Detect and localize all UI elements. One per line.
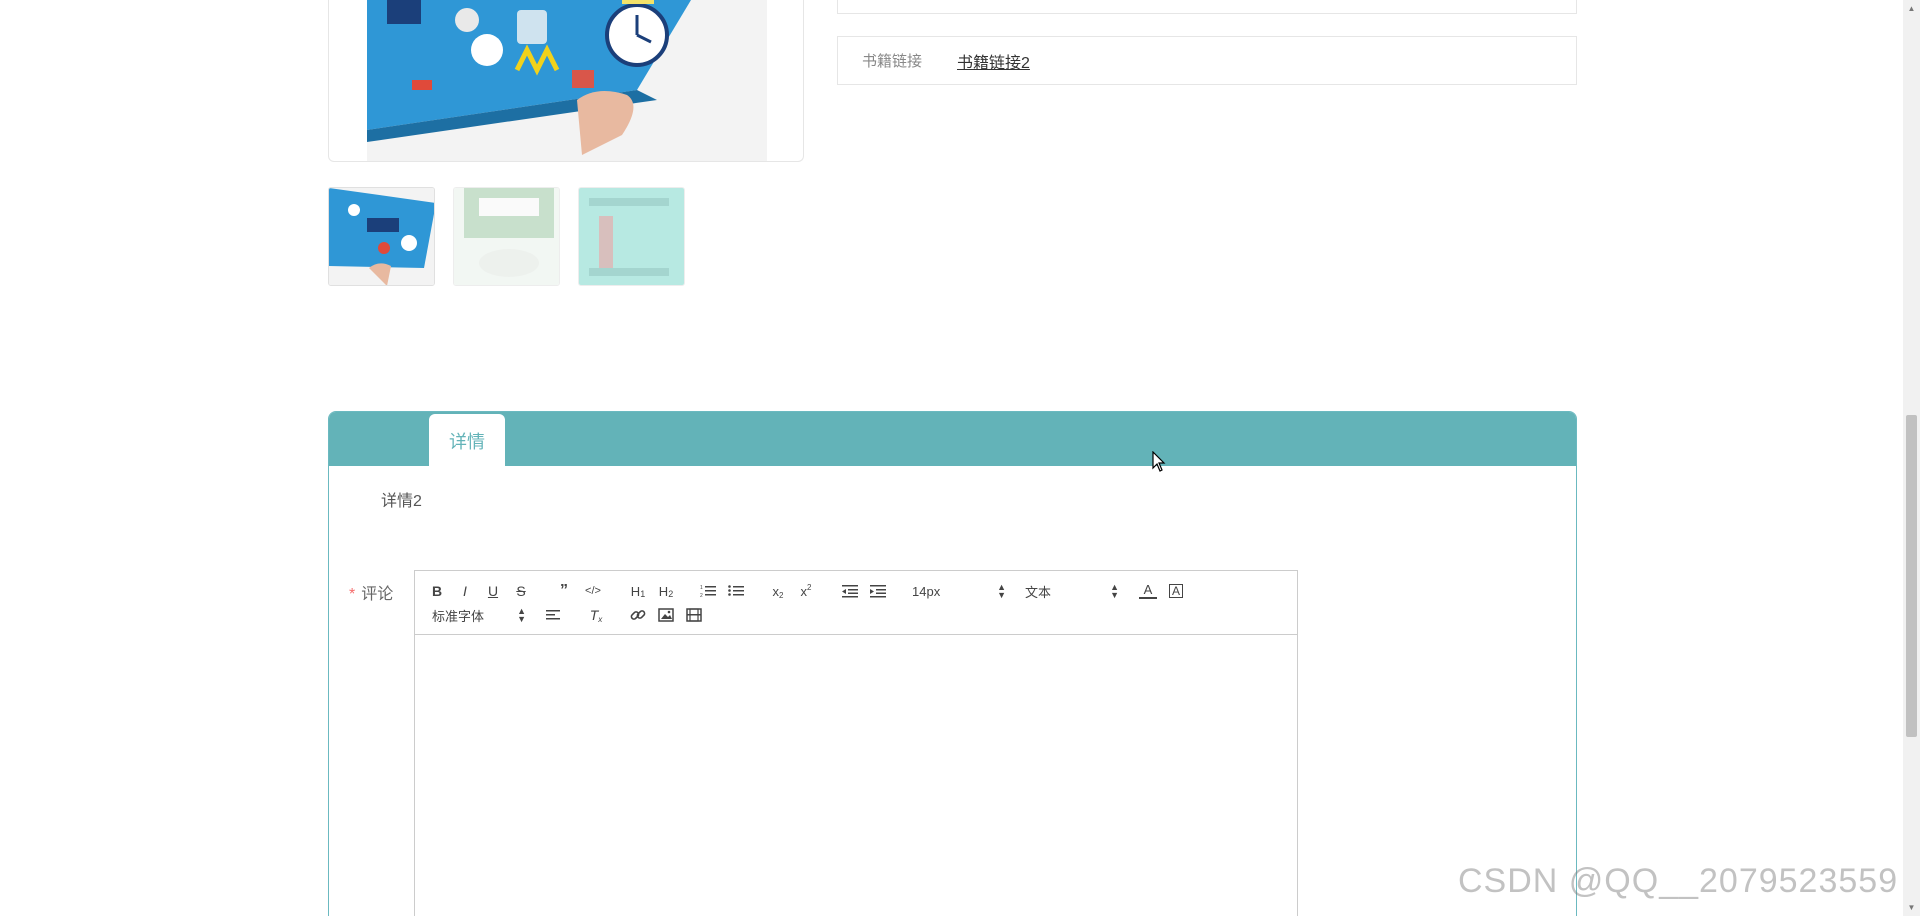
detail-panel: 详情 详情2 * 评论 B I U S ” </> H1 H2 12 x 2 x… <box>328 411 1577 916</box>
font-family-value: 标准字体 <box>432 608 485 624</box>
detail-content: 详情2 <box>381 493 422 510</box>
outdent-icon[interactable] <box>841 581 859 601</box>
thumbnail-3[interactable] <box>578 187 685 286</box>
tab-bar <box>329 412 1576 466</box>
book-link-label: 书籍链接 <box>862 53 923 70</box>
font-family-picker[interactable]: 标准字体 ▲ ▼ <box>432 605 526 625</box>
picker-arrows-icon: ▲ ▼ <box>997 582 1006 600</box>
comment-editor: B I U S ” </> H1 H2 12 x2 x2 14px ▲ ▼ 文本… <box>414 570 1298 916</box>
italic-icon[interactable]: I <box>457 581 473 601</box>
header-1-icon[interactable]: H1 <box>627 581 649 601</box>
header-2-icon[interactable]: H2 <box>655 581 677 601</box>
text-color-icon[interactable]: A <box>1139 581 1157 599</box>
subscript-icon[interactable]: x2 <box>769 581 787 601</box>
editor-toolbar: B I U S ” </> H1 H2 12 x2 x2 14px ▲ ▼ 文本… <box>415 571 1297 635</box>
thumbnail-2[interactable] <box>453 187 560 286</box>
picker-arrows-icon: ▲ ▼ <box>1110 582 1119 600</box>
required-mark: * <box>349 586 356 603</box>
image-icon[interactable] <box>657 605 675 625</box>
bullet-list-icon[interactable] <box>727 581 745 601</box>
video-icon[interactable] <box>685 605 703 625</box>
scroll-up-arrow-icon[interactable]: ▲ <box>1903 0 1920 17</box>
font-size-value: 14px <box>912 583 941 599</box>
picker-arrows-icon: ▲ ▼ <box>517 606 526 624</box>
indent-icon[interactable] <box>869 581 887 601</box>
tab-detail[interactable]: 详情 <box>429 414 505 467</box>
thumbnail-list <box>328 187 685 286</box>
scroll-down-arrow-icon[interactable]: ▼ <box>1903 899 1920 916</box>
clear-format-icon[interactable]: Tx <box>587 605 605 625</box>
background-color-icon[interactable]: A <box>1167 581 1185 601</box>
strike-icon[interactable]: S <box>513 581 529 601</box>
header-value: 文本 <box>1025 584 1052 600</box>
align-icon[interactable] <box>545 605 563 625</box>
page-scrollbar[interactable]: ▲ ▼ <box>1903 0 1920 916</box>
header-picker[interactable]: 文本 ▲ ▼ <box>1025 581 1119 601</box>
code-block-icon[interactable]: </> <box>583 581 603 601</box>
info-row-previous <box>837 0 1577 14</box>
svg-text:1: 1 <box>700 585 703 591</box>
book-cover-photo <box>367 0 767 161</box>
ordered-list-icon[interactable]: 12 <box>699 581 717 601</box>
watermark: CSDN @QQ__2079523559 <box>1458 862 1899 900</box>
link-icon[interactable] <box>629 605 647 625</box>
bold-icon[interactable]: B <box>429 581 445 601</box>
book-link-row: 书籍链接 书籍链接2 <box>837 36 1577 85</box>
main-book-image <box>328 0 804 162</box>
scroll-thumb[interactable] <box>1906 415 1917 737</box>
comment-label: * 评论 <box>349 580 393 604</box>
book-link[interactable]: 书籍链接2 <box>957 49 1030 73</box>
thumbnail-1[interactable] <box>328 187 435 286</box>
superscript-icon[interactable]: x2 <box>797 581 815 601</box>
comment-editor-body[interactable] <box>415 635 1297 916</box>
svg-text:2: 2 <box>700 593 703 598</box>
page: 书籍链接 书籍链接2 详情 详情2 * 评论 B I U S ” </> H 1… <box>0 0 1920 916</box>
comment-label-text: 评论 <box>361 586 394 603</box>
underline-icon[interactable]: U <box>485 581 501 601</box>
font-size-picker[interactable]: 14px ▲ ▼ <box>912 581 1006 601</box>
blockquote-icon[interactable]: ” <box>555 581 573 601</box>
mouse-cursor-icon <box>1152 451 1166 472</box>
